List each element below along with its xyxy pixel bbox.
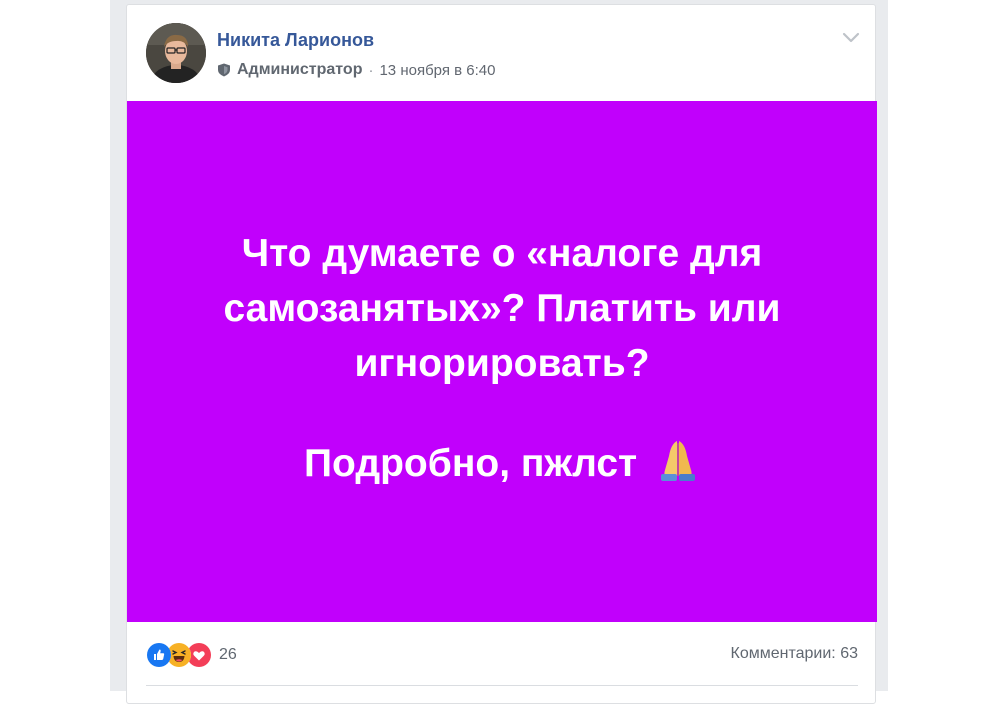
post-footer: 26 Комментарии: 63 <box>127 622 877 692</box>
post-text-line: Подробно, пжлст <box>304 442 638 485</box>
post-text-line: Что думаете о «налоге для <box>241 232 763 275</box>
post-options-button[interactable] <box>841 27 861 47</box>
footer-divider <box>146 685 858 686</box>
author-name-link[interactable]: Никита Ларионов <box>217 30 374 51</box>
folded-hands-icon <box>656 438 700 497</box>
post-text: Что думаете о «налоге для самозанятых»? … <box>157 226 847 497</box>
post-text-line-last: Подробно, пжлст <box>157 436 847 497</box>
post-text-background: Что думаете о «налоге для самозанятых»? … <box>127 101 877 622</box>
meta-separator: · <box>368 61 374 79</box>
reaction-count: 26 <box>219 646 237 663</box>
reactions-summary[interactable]: 26 <box>147 642 237 668</box>
comments-count-link[interactable]: Комментарии: 63 <box>731 645 858 663</box>
like-icon <box>147 643 171 667</box>
post-text-line: игнорировать? <box>354 342 650 385</box>
post-text-line: самозанятых»? Платить или <box>223 287 781 330</box>
post-header: Никита Ларионов Администратор · 13 ноябр… <box>127 5 877 101</box>
admin-shield-icon <box>217 63 231 77</box>
author-avatar[interactable] <box>146 23 206 83</box>
post-card: Никита Ларионов Администратор · 13 ноябр… <box>126 4 877 704</box>
chevron-down-icon <box>841 32 861 51</box>
post-meta: Администратор · 13 ноября в 6:40 <box>217 60 495 80</box>
role-badge: Администратор <box>237 61 363 78</box>
post-timestamp[interactable]: 13 ноября в 6:40 <box>379 62 495 79</box>
